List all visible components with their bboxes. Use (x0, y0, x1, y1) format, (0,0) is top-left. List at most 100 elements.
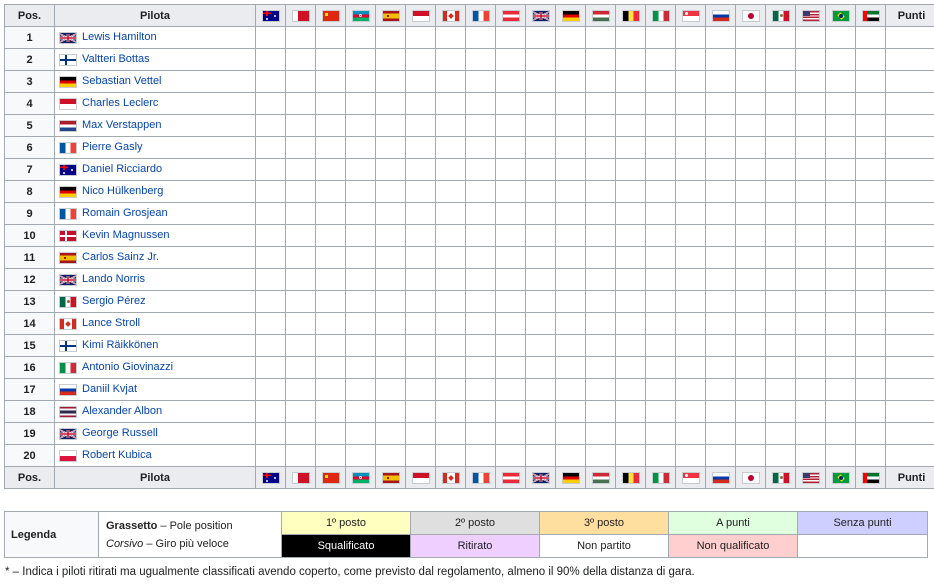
race-result-cell (705, 290, 736, 313)
race-result-cell (855, 114, 886, 137)
driver-link[interactable]: Max Verstappen (82, 119, 162, 131)
race-result-cell (585, 290, 616, 313)
driver-link[interactable]: Lando Norris (82, 273, 145, 285)
race-result-cell (465, 268, 496, 291)
race-result-cell (525, 422, 556, 445)
driver-link[interactable]: Robert Kubica (82, 449, 152, 461)
driver-cell: Carlos Sainz Jr. (54, 246, 256, 269)
race-result-cell (825, 356, 856, 379)
driver-position: 20 (4, 444, 55, 467)
driver-cell: Lando Norris (54, 268, 256, 291)
race-result-cell (585, 400, 616, 423)
race-result-cell (765, 48, 796, 71)
driver-link[interactable]: Valtteri Bottas (82, 53, 150, 65)
race-result-cell (465, 356, 496, 379)
driver-position: 10 (4, 224, 55, 247)
race-result-cell (765, 290, 796, 313)
driver-link[interactable]: Charles Leclerc (82, 97, 158, 109)
race-result-cell (405, 400, 436, 423)
driver-position: 15 (4, 334, 55, 357)
race-result-cell (825, 400, 856, 423)
hungary-flag (591, 471, 610, 484)
race-result-cell (255, 202, 286, 225)
race-result-cell (615, 202, 646, 225)
germany-flag (561, 471, 580, 484)
race-result-cell (585, 180, 616, 203)
header-race-20 (825, 4, 856, 27)
race-result-cell (435, 356, 466, 379)
race-result-cell (285, 356, 316, 379)
race-result-cell (765, 246, 796, 269)
race-result-cell (465, 114, 496, 137)
race-result-cell (645, 180, 676, 203)
race-result-cell (615, 136, 646, 159)
poland-flag (59, 449, 77, 462)
driver-link[interactable]: Sergio Pérez (82, 295, 146, 307)
race-result-cell (585, 48, 616, 71)
race-result-cell (855, 246, 886, 269)
race-result-cell (495, 224, 526, 247)
header-driver: Pilota (54, 4, 256, 27)
driver-link[interactable]: Kimi Räikkönen (82, 339, 158, 351)
race-result-cell (405, 26, 436, 49)
driver-position: 19 (4, 422, 55, 445)
race-result-cell (645, 114, 676, 137)
points-cell (885, 268, 934, 291)
belgium-flag (621, 9, 640, 22)
belgium-flag (621, 471, 640, 484)
driver-link[interactable]: Antonio Giovinazzi (82, 361, 173, 373)
driver-link[interactable]: Carlos Sainz Jr. (82, 251, 159, 263)
driver-cell: Robert Kubica (54, 444, 256, 467)
race-result-cell (465, 180, 496, 203)
azerbaijan-flag (351, 471, 370, 484)
race-result-cell (375, 378, 406, 401)
header-race-9 (495, 4, 526, 27)
race-result-cell (405, 70, 436, 93)
race-result-cell (855, 356, 886, 379)
driver-position: 9 (4, 202, 55, 225)
driver-link[interactable]: Lance Stroll (82, 317, 140, 329)
driver-link[interactable]: Sebastian Vettel (82, 75, 162, 87)
austria-flag (501, 9, 520, 22)
driver-link[interactable]: Pierre Gasly (82, 141, 143, 153)
race-result-cell (615, 378, 646, 401)
race-result-cell (555, 334, 586, 357)
race-result-cell (435, 70, 466, 93)
header-race-6 (405, 4, 436, 27)
race-result-cell (645, 400, 676, 423)
race-result-cell (615, 48, 646, 71)
race-result-cell (555, 158, 586, 181)
race-result-cell (705, 268, 736, 291)
race-result-cell (825, 224, 856, 247)
driver-link[interactable]: Nico Hülkenberg (82, 185, 163, 197)
driver-link[interactable]: Lewis Hamilton (82, 31, 157, 43)
race-result-cell (735, 268, 766, 291)
race-result-cell (255, 334, 286, 357)
driver-link[interactable]: Alexander Albon (82, 405, 162, 417)
driver-link[interactable]: Daniil Kvjat (82, 383, 137, 395)
race-result-cell (555, 48, 586, 71)
singapore-flag (681, 9, 700, 22)
race-result-cell (375, 180, 406, 203)
driver-link[interactable]: Daniel Ricciardo (82, 163, 162, 175)
race-result-cell (465, 290, 496, 313)
driver-position: 14 (4, 312, 55, 335)
race-result-cell (735, 378, 766, 401)
race-result-cell (615, 422, 646, 445)
race-result-cell (615, 26, 646, 49)
race-result-cell (525, 158, 556, 181)
race-result-cell (345, 290, 376, 313)
race-result-cell (315, 224, 346, 247)
race-result-cell (375, 268, 406, 291)
race-result-cell (435, 92, 466, 115)
driver-link[interactable]: George Russell (82, 427, 158, 439)
great-britain-flag (59, 427, 77, 440)
race-result-cell (285, 92, 316, 115)
race-result-cell (645, 70, 676, 93)
driver-link[interactable]: Kevin Magnussen (82, 229, 169, 241)
race-result-cell (825, 158, 856, 181)
legend-notes: Grassetto – Pole position Corsivo – Giro… (98, 511, 282, 558)
driver-link[interactable]: Romain Grosjean (82, 207, 168, 219)
legend-swatch (797, 534, 928, 558)
great-britain-flag (59, 31, 77, 44)
